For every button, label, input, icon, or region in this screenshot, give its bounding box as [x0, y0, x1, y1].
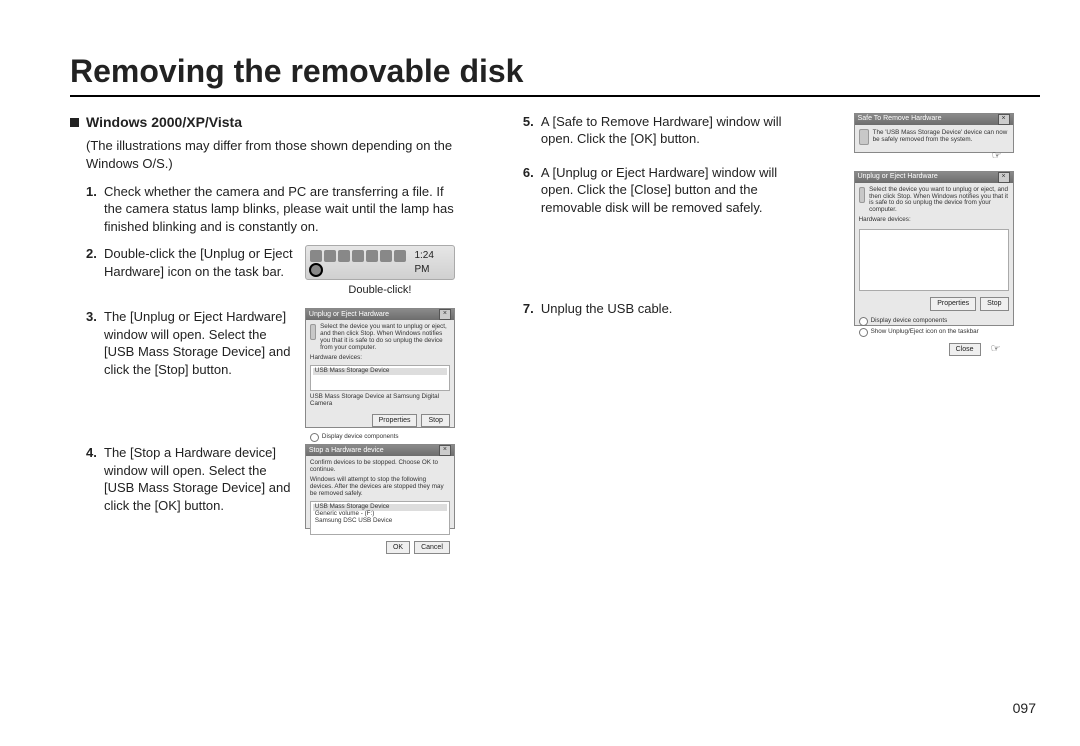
dialog-title-text: Stop a Hardware device — [309, 446, 384, 455]
step-2-number: 2. — [86, 245, 104, 280]
dialog-titlebar: Stop a Hardware device × — [306, 445, 454, 456]
step-7-text: Unplug the USB cable. — [541, 300, 796, 318]
section-bullet-icon — [70, 118, 79, 127]
ok-button: OK — [386, 541, 410, 554]
step-7-number: 7. — [523, 300, 541, 318]
tray-icon — [380, 250, 392, 262]
page-number: 097 — [1013, 699, 1036, 718]
eject-hardware-tray-icon — [310, 264, 322, 276]
tray-icon — [324, 250, 336, 262]
close-icon: × — [439, 309, 451, 320]
dialog-instruction-2: Windows will attempt to stop the followi… — [310, 477, 450, 498]
checkbox-icon — [859, 328, 868, 337]
device-list-empty — [859, 229, 1009, 291]
taskbar-screenshot: 1:24 PM — [305, 245, 455, 280]
cancel-button: Cancel — [414, 541, 450, 554]
step-1-text: Check whether the camera and PC are tran… — [104, 183, 455, 236]
device-list-item: Samsung DSC USB Device — [313, 518, 447, 525]
tray-icon — [394, 250, 406, 262]
hardware-icon — [859, 187, 866, 203]
hand-click-icon: ☞ — [992, 150, 1010, 164]
step-2-row: 2. Double-click the [Unplug or Eject Har… — [70, 245, 455, 298]
step-3-row: 3. The [Unplug or Eject Hardware] window… — [70, 308, 455, 428]
section-intro: (The illustrations may differ from those… — [70, 137, 455, 172]
display-components-checkbox-label: Display device components — [322, 434, 399, 441]
column-right: Safe To Remove Hardware × The 'USB Mass … — [848, 113, 1040, 531]
tray-icon — [366, 250, 378, 262]
close-button: Close — [949, 343, 981, 356]
dialog-title-text: Unplug or Eject Hardware — [858, 172, 938, 181]
step-3-number: 3. — [86, 308, 104, 378]
section-heading: Windows 2000/XP/Vista — [70, 113, 455, 132]
hand-click-icon: ☞ — [991, 343, 1009, 357]
step-4-number: 4. — [86, 444, 104, 514]
step-1-number: 1. — [86, 183, 104, 236]
hardware-icon — [310, 324, 316, 340]
device-list: USB Mass Storage Device Generic volume -… — [310, 501, 450, 535]
tray-icon — [310, 250, 322, 262]
section-heading-text: Windows 2000/XP/Vista — [86, 113, 242, 132]
step-6-text: A [Unplug or Eject Hardware] window will… — [541, 164, 796, 217]
step-6: 6. A [Unplug or Eject Hardware] window w… — [507, 164, 796, 217]
stop-button: Stop — [421, 414, 449, 427]
step-5-number: 5. — [523, 113, 541, 148]
properties-button: Properties — [930, 297, 976, 310]
tray-icon — [338, 250, 350, 262]
stop-button: Stop — [980, 297, 1008, 310]
dialog-message: The 'USB Mass Storage Device' device can… — [873, 130, 1009, 144]
page-title: Removing the removable disk — [70, 55, 1040, 97]
hardware-devices-label: Hardware devices: — [859, 217, 1009, 224]
properties-button: Properties — [372, 414, 418, 427]
safe-remove-dialog: Safe To Remove Hardware × The 'USB Mass … — [854, 113, 1014, 153]
unplug-eject-dialog-2: Unplug or Eject Hardware × Select the de… — [854, 171, 1014, 326]
step-5: 5. A [Safe to Remove Hardware] window wi… — [507, 113, 796, 148]
unplug-eject-dialog: Unplug or Eject Hardware × Select the de… — [305, 308, 455, 428]
step-6-number: 6. — [523, 164, 541, 217]
dialog-titlebar: Safe To Remove Hardware × — [855, 114, 1013, 125]
show-icon-checkbox-label: Show Unplug/Eject icon on the taskbar — [871, 329, 979, 336]
step-2-text: Double-click the [Unplug or Eject Hardwa… — [104, 245, 297, 280]
taskbar-time: 1:24 PM — [414, 249, 449, 276]
close-icon: × — [998, 114, 1010, 125]
tray-icon — [352, 250, 364, 262]
dialog-instruction: Select the device you want to unplug or … — [869, 187, 1008, 215]
close-icon: × — [998, 172, 1010, 183]
step-4-text: The [Stop a Hardware device] window will… — [104, 444, 291, 514]
step-4-row: 4. The [Stop a Hardware device] window w… — [70, 444, 455, 529]
hardware-devices-label: Hardware devices: — [310, 355, 450, 362]
step-3-text: The [Unplug or Eject Hardware] window wi… — [104, 308, 291, 378]
column-middle: 5. A [Safe to Remove Hardware] window wi… — [507, 113, 796, 531]
dialog-titlebar: Unplug or Eject Hardware × — [306, 309, 454, 320]
checkbox-icon — [859, 317, 868, 326]
dialog-instruction-1: Confirm devices to be stopped. Choose OK… — [310, 460, 450, 474]
taskbar-caption: Double-click! — [305, 283, 455, 298]
device-list-selected: USB Mass Storage Device — [313, 368, 447, 375]
checkbox-icon — [310, 433, 319, 442]
device-segment-label: USB Mass Storage Device at Samsung Digit… — [310, 394, 450, 408]
display-components-checkbox-label: Display device components — [871, 318, 948, 325]
step-1: 1. Check whether the camera and PC are t… — [70, 183, 455, 236]
step-5-text: A [Safe to Remove Hardware] window will … — [541, 113, 796, 148]
column-left: Windows 2000/XP/Vista (The illustrations… — [70, 113, 455, 531]
close-icon: × — [439, 445, 451, 456]
stop-hardware-dialog: Stop a Hardware device × Confirm devices… — [305, 444, 455, 529]
device-list: USB Mass Storage Device — [310, 365, 450, 391]
dialog-titlebar: Unplug or Eject Hardware × — [855, 172, 1013, 183]
step-7: 7. Unplug the USB cable. — [507, 300, 796, 318]
dialog-title-text: Safe To Remove Hardware — [858, 114, 942, 123]
info-icon — [859, 129, 869, 145]
tray-icons — [310, 250, 415, 276]
dialog-instruction: Select the device you want to unplug or … — [320, 324, 450, 352]
dialog-title-text: Unplug or Eject Hardware — [309, 310, 389, 319]
